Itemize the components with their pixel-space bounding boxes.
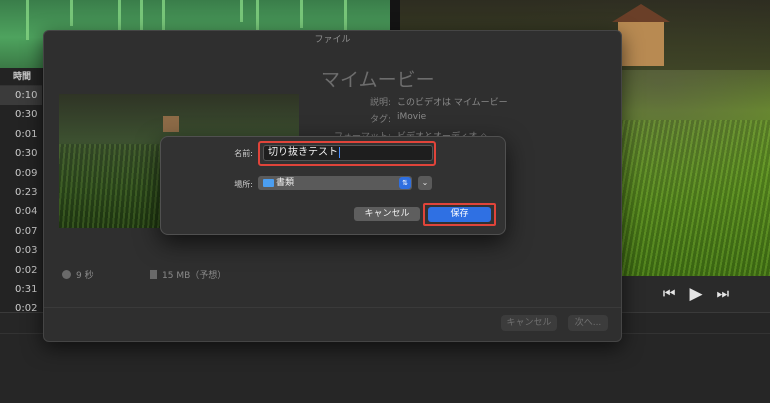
thumbnail-house [163,116,179,132]
duration-row[interactable]: 0:31 [0,280,42,299]
size-stat: 15 MB（予想） [150,268,226,281]
duration-row[interactable]: 0:09 [0,164,42,183]
skip-forward-icon[interactable]: ⏭ [717,286,730,302]
duration-row[interactable]: 0:02 [0,261,42,280]
duration-row[interactable]: 0:04 [0,202,42,221]
location-label: 場所: [234,180,253,189]
sheet-next-button[interactable]: 次へ... [568,315,608,331]
duration-row[interactable]: 0:07 [0,222,42,241]
duration-value: 9 秒 [76,271,94,281]
duration-header[interactable]: 時間 [0,68,42,86]
duration-column: 時間 0:10 0:30 0:01 0:30 0:09 0:23 0:04 0:07 0:03 0… [0,68,42,334]
name-input[interactable]: 切り抜きテスト [263,145,433,161]
location-select[interactable]: 書類 ⇅ [258,176,412,190]
transport-controls: ⏮ ▶ ⏭ [622,276,770,312]
sheet-cancel-button[interactable]: キャンセル [501,315,557,331]
duration-row[interactable]: 0:03 [0,241,42,260]
duration-row[interactable]: 0:01 [0,125,42,144]
expand-button[interactable]: ⌄ [418,176,432,190]
name-input-value: 切り抜きテスト [268,147,338,158]
sheet-title: ファイル [314,35,351,45]
file-icon [150,270,157,279]
clock-icon [62,270,71,279]
description-label: 説明: [369,98,391,108]
folder-icon [263,179,274,187]
duration-stat: 9 秒 [62,268,94,281]
description-value[interactable]: このビデオは マイムービー [397,95,508,108]
name-label: 名前: [234,149,253,158]
tags-label: タグ: [369,115,391,125]
location-value: 書類 [276,178,295,188]
save-dialog: 名前: 切り抜きテスト 場所: 書類 ⇅ ⌄ キャンセル 保存 [160,136,506,235]
tags-value[interactable]: iMovie [397,112,426,122]
duration-row[interactable]: 0:10 [0,86,42,106]
chevron-down-icon: ⌄ [421,178,429,187]
duration-row[interactable]: 0:23 [0,183,42,202]
cancel-button[interactable]: キャンセル [354,207,420,221]
play-icon[interactable]: ▶ [689,284,702,304]
save-button[interactable]: 保存 [428,207,491,222]
sheet-divider [44,307,621,308]
select-arrows-icon: ⇅ [399,177,411,189]
size-value: 15 MB（予想） [162,271,227,281]
viewer-house [612,4,670,66]
skip-back-icon[interactable]: ⏮ [663,286,676,302]
duration-row[interactable]: 0:30 [0,144,42,163]
movie-title[interactable]: マイムービー [321,65,435,92]
duration-row[interactable]: 0:30 [0,105,42,124]
